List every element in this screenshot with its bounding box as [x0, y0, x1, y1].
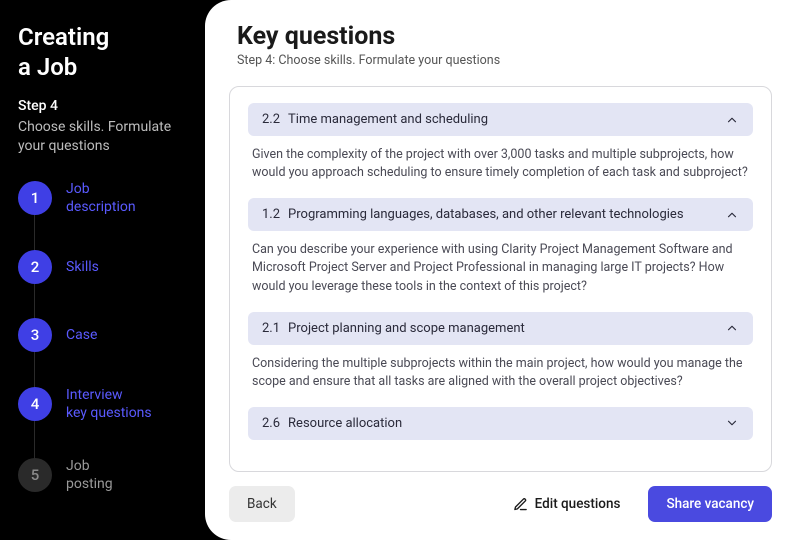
step-bubble: 2	[18, 250, 52, 284]
share-vacancy-button[interactable]: Share vacancy	[648, 486, 772, 522]
edit-questions-label: Edit questions	[535, 496, 621, 512]
step-list: 1 Jobdescription 2 Skills 3 Case 4 Interviewkey…	[18, 180, 189, 493]
question-header[interactable]: 2.1 Project planning and scope management	[248, 312, 753, 345]
current-step-label: Step 4	[18, 98, 189, 114]
question-body: Considering the multiple subprojects wit…	[248, 345, 753, 407]
question-number: 2.1	[262, 321, 280, 336]
question-header[interactable]: 1.2 Programming languages, databases, and…	[248, 198, 753, 231]
chevron-up-icon	[725, 113, 739, 127]
main-panel: Key questions Step 4: Choose skills. For…	[205, 0, 796, 540]
step-item-4[interactable]: 4 Interviewkey questions	[18, 386, 189, 422]
question-title: Time management and scheduling	[288, 112, 488, 127]
question-number: 2.6	[262, 416, 280, 431]
step-item-2[interactable]: 2 Skills	[18, 250, 189, 284]
current-step-desc: Choose skills. Formulate your questions	[18, 118, 189, 156]
step-item-5[interactable]: 5 Jobposting	[18, 457, 189, 493]
step-bubble: 1	[18, 181, 52, 215]
step-bubble: 4	[18, 387, 52, 421]
question-number: 2.2	[262, 112, 280, 127]
step-label: Jobdescription	[66, 180, 136, 216]
step-label: Skills	[66, 258, 99, 276]
question-header[interactable]: 2.2 Time management and scheduling	[248, 103, 753, 136]
questions-card: 2.2 Time management and scheduling Given t…	[229, 86, 772, 472]
step-item-1[interactable]: 1 Jobdescription	[18, 180, 189, 216]
chevron-up-icon	[725, 321, 739, 335]
step-bubble: 3	[18, 318, 52, 352]
question-body: Given the complexity of the project with…	[248, 136, 753, 198]
sidebar: Creating a Job Step 4 Choose skills. For…	[0, 0, 205, 540]
pencil-icon	[513, 497, 528, 512]
edit-questions-button[interactable]: Edit questions	[495, 486, 639, 522]
page-subtitle: Step 4: Choose skills. Formulate your qu…	[237, 53, 764, 68]
step-bubble: 5	[18, 458, 52, 492]
back-button[interactable]: Back	[229, 486, 295, 522]
step-label: Jobposting	[66, 457, 113, 493]
app-title: Creating a Job	[18, 22, 189, 82]
footer-actions: Back Edit questions Share vacancy	[205, 472, 796, 540]
step-item-3[interactable]: 3 Case	[18, 318, 189, 352]
question-title: Resource allocation	[288, 416, 402, 431]
question-body: Can you describe your experience with us…	[248, 231, 753, 311]
step-label: Case	[66, 326, 97, 344]
chevron-up-icon	[725, 208, 739, 222]
step-label: Interviewkey questions	[66, 386, 152, 422]
main-header: Key questions Step 4: Choose skills. For…	[205, 0, 796, 76]
question-header[interactable]: 2.6 Resource allocation	[248, 407, 753, 440]
page-title: Key questions	[237, 22, 764, 51]
question-title: Programming languages, databases, and ot…	[288, 207, 684, 222]
chevron-down-icon	[725, 416, 739, 430]
question-number: 1.2	[262, 207, 280, 222]
question-title: Project planning and scope management	[288, 321, 525, 336]
